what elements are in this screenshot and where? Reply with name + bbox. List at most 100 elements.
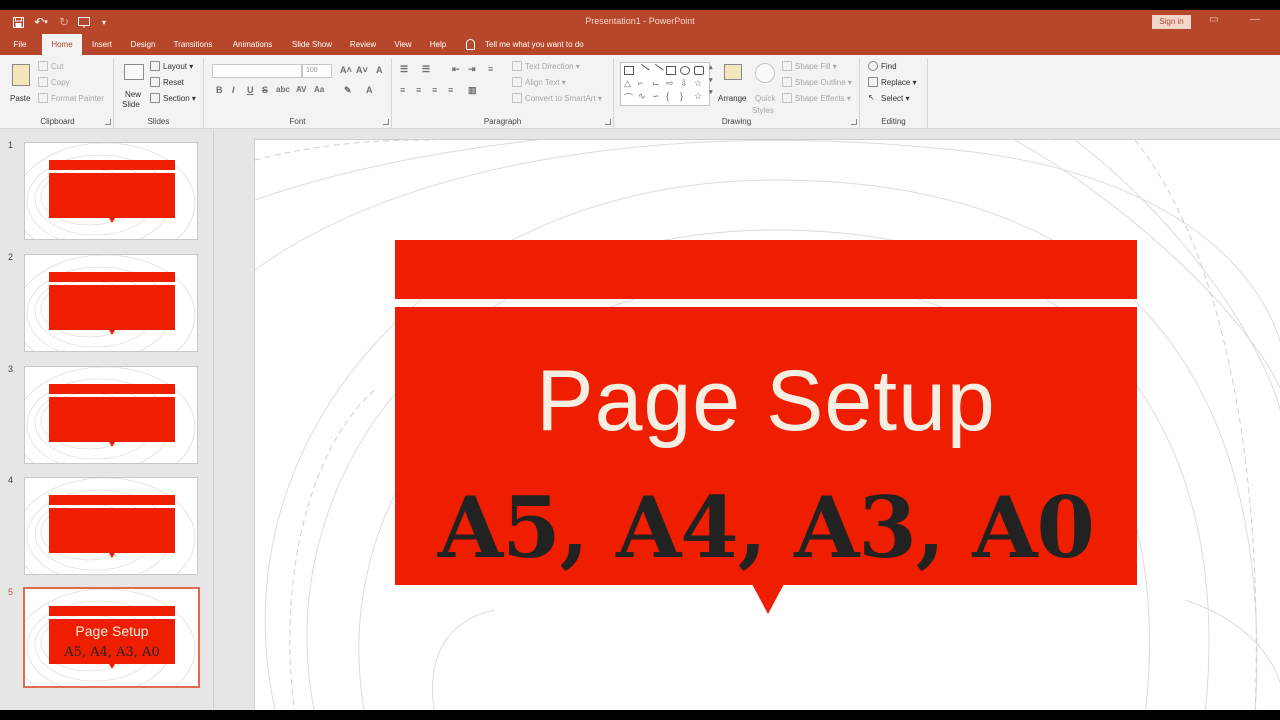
convert-smartart-button[interactable]: Convert to SmartArt ▾ — [512, 93, 602, 103]
slide-thumbnail-3[interactable] — [24, 366, 198, 464]
curve-shape-icon[interactable]: ⌒ — [624, 91, 633, 104]
rect-shape-icon[interactable] — [666, 66, 676, 75]
minimize-icon[interactable]: — — [1250, 14, 1260, 25]
numbering-icon[interactable]: ☰ — [422, 64, 430, 75]
sign-in-button[interactable]: Sign in — [1152, 15, 1191, 29]
paste-button[interactable]: Paste — [10, 94, 30, 103]
tab-insert[interactable]: Insert — [86, 34, 118, 55]
bullets-icon[interactable]: ☰ — [400, 64, 408, 75]
arrange-button[interactable]: Arrange — [718, 94, 746, 103]
tab-view[interactable]: View — [388, 34, 418, 55]
increase-indent-icon[interactable]: ⇥ — [468, 64, 476, 75]
italic-button[interactable]: I — [232, 85, 235, 95]
slide-thumbnail-1[interactable] — [24, 142, 198, 240]
replace-button[interactable]: Replace ▾ — [868, 77, 917, 87]
strikethrough-button[interactable]: S — [262, 85, 268, 95]
text-direction-button[interactable]: Text Direction ▾ — [512, 61, 580, 71]
gallery-more-icon[interactable]: ▾ — [709, 88, 713, 96]
columns-icon[interactable]: ▥ — [468, 85, 477, 96]
right-arrow-shape-icon[interactable]: ⇨ — [666, 78, 674, 89]
shape-outline-button[interactable]: Shape Outline ▾ — [782, 77, 852, 87]
quick-styles-label-2[interactable]: Styles — [752, 106, 774, 115]
align-center-icon[interactable]: ≡ — [416, 85, 421, 95]
reset-button[interactable]: Reset — [150, 77, 184, 87]
copy-button[interactable]: Copy — [38, 77, 70, 87]
ribbon-display-options-icon[interactable]: ▭ — [1209, 14, 1218, 25]
slide-editor[interactable]: Page Setup A5, A4, A3, A0 — [215, 130, 1280, 710]
slide-thumbnail-2[interactable] — [24, 254, 198, 352]
quick-styles-label-1[interactable]: Quick — [755, 94, 775, 103]
left-brace-shape-icon[interactable]: { — [666, 91, 669, 101]
shape-fill-button[interactable]: Shape Fill ▾ — [782, 61, 837, 71]
justify-icon[interactable]: ≡ — [448, 85, 453, 95]
curved-connector-icon[interactable]: ⌙ — [652, 78, 660, 89]
right-brace-shape-icon[interactable]: } — [680, 91, 683, 101]
rectangle-shape-icon[interactable] — [624, 66, 634, 75]
line-shape-icon[interactable] — [636, 63, 650, 78]
new-slide-label-1[interactable]: New — [125, 90, 141, 99]
layout-button[interactable]: Layout ▾ — [150, 61, 193, 71]
tell-me-search[interactable]: Tell me what you want to do — [466, 34, 584, 55]
change-case-button[interactable]: Aa — [314, 85, 324, 94]
elbow-connector-icon[interactable]: ⌐ — [638, 78, 643, 88]
slide-thumbnail-4[interactable] — [24, 477, 198, 575]
tab-design[interactable]: Design — [124, 34, 162, 55]
decrease-font-icon[interactable]: A˅ — [356, 65, 368, 75]
find-button[interactable]: Find — [868, 61, 897, 71]
star-5-shape-icon[interactable]: ☆ — [694, 91, 702, 102]
font-name-combo[interactable] — [212, 64, 302, 78]
bold-button[interactable]: B — [216, 85, 223, 95]
rounded-rect-shape-icon[interactable] — [694, 66, 704, 75]
slide-subtitle[interactable]: A5, A4, A3, A0 — [395, 478, 1137, 578]
section-button[interactable]: Section ▾ — [150, 93, 196, 103]
star-shape-icon[interactable]: ☆ — [694, 78, 702, 89]
font-color-icon[interactable]: A — [366, 85, 373, 95]
tab-file[interactable]: File — [6, 34, 34, 55]
cut-button[interactable]: Cut — [38, 61, 63, 71]
down-arrow-shape-icon[interactable]: ⇩ — [680, 78, 688, 89]
clipboard-launcher-icon[interactable] — [105, 119, 111, 125]
clear-formatting-icon[interactable]: A — [376, 65, 383, 75]
tab-transitions[interactable]: Transitions — [168, 34, 218, 55]
slide-top-bar[interactable] — [395, 240, 1137, 299]
character-spacing-button[interactable]: AV — [296, 85, 307, 94]
format-painter-button[interactable]: Format Painter — [38, 93, 104, 103]
triangle-shape-icon[interactable]: △ — [624, 78, 631, 89]
increase-font-icon[interactable]: A˄ — [340, 65, 352, 75]
font-launcher-icon[interactable] — [383, 119, 389, 125]
new-slide-icon[interactable] — [124, 64, 144, 80]
new-slide-label-2[interactable]: Slide — [122, 100, 140, 109]
align-left-icon[interactable]: ≡ — [400, 85, 405, 95]
tab-review[interactable]: Review — [344, 34, 382, 55]
shape-effects-button[interactable]: Shape Effects ▾ — [782, 93, 851, 103]
gallery-up-icon[interactable]: ▴ — [709, 63, 713, 71]
decrease-indent-icon[interactable]: ⇤ — [452, 64, 460, 75]
arrange-icon[interactable] — [724, 64, 742, 80]
quick-styles-icon[interactable] — [755, 63, 775, 83]
drawing-launcher-icon[interactable] — [851, 119, 857, 125]
gallery-down-icon[interactable]: ▾ — [709, 76, 713, 84]
tab-animations[interactable]: Animations — [225, 34, 280, 55]
underline-button[interactable]: U — [247, 85, 254, 95]
select-button[interactable]: ↖ Select ▾ — [868, 93, 909, 103]
paragraph-launcher-icon[interactable] — [605, 119, 611, 125]
line-spacing-icon[interactable]: ≡ — [488, 64, 493, 74]
freeform-shape-icon[interactable]: ∿ — [638, 91, 646, 102]
text-shadow-button[interactable]: abc — [276, 85, 290, 94]
current-slide[interactable]: Page Setup A5, A4, A3, A0 — [254, 139, 1280, 710]
tab-slide-show[interactable]: Slide Show — [286, 34, 338, 55]
font-size-combo[interactable]: 100 — [302, 64, 332, 78]
align-text-button[interactable]: Align Text ▾ — [512, 77, 566, 87]
oval-shape-icon[interactable] — [680, 66, 690, 75]
arrow-line-shape-icon[interactable] — [650, 63, 664, 78]
shapes-gallery[interactable]: △ ⌐ ⌙ ⇨ ⇩ ☆ ⌒ ∿ ∽ { } ☆ — [620, 62, 710, 106]
tab-help[interactable]: Help — [424, 34, 452, 55]
slide-thumbnail-pane[interactable]: 1 2 3 4 5 Page Setup A5, A4, A3, A0 — [0, 130, 214, 710]
slide-thumbnail-5[interactable]: Page Setup A5, A4, A3, A0 — [23, 587, 200, 688]
paste-icon[interactable] — [12, 64, 30, 86]
highlight-icon[interactable]: ✎ — [344, 85, 352, 96]
tab-home[interactable]: Home — [42, 34, 82, 55]
scribble-shape-icon[interactable]: ∽ — [652, 91, 660, 102]
slide-title[interactable]: Page Setup — [395, 351, 1137, 451]
align-right-icon[interactable]: ≡ — [432, 85, 437, 95]
